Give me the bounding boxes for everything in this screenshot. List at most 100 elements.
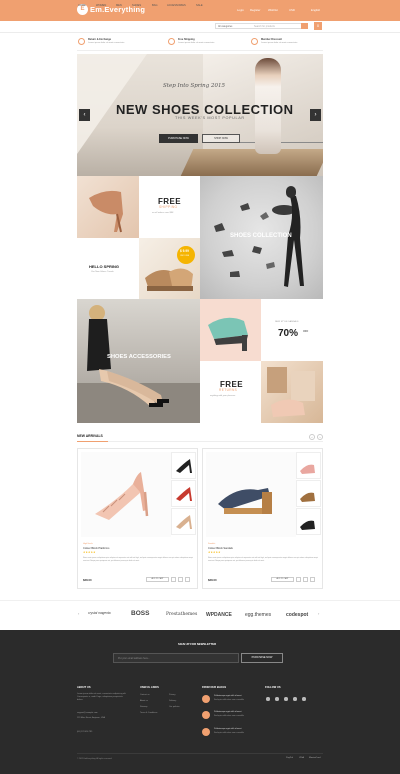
brand-logo[interactable]: WPDANCE (206, 612, 232, 618)
nav-sale[interactable]: Sale (196, 4, 203, 7)
brand-logo[interactable]: Prestathemes (166, 612, 197, 617)
promo-free-shipping[interactable]: FREE SHIPPING on all orders over $99 (139, 176, 200, 238)
compare-icon[interactable] (178, 577, 183, 582)
slider-next-icon[interactable]: › (310, 109, 321, 121)
footer-link[interactable]: Contact us (140, 694, 150, 696)
register-link[interactable]: Register (250, 8, 260, 12)
copyright: © 2015 EmEverything. All rights reserved… (77, 758, 113, 760)
pinterest-icon[interactable] (293, 697, 297, 701)
thumb-black-sandal[interactable] (296, 508, 321, 535)
arrivals-prev-icon[interactable]: ‹ (309, 434, 315, 440)
free-sub: SHIPPING (159, 205, 178, 209)
shop-now-button[interactable]: SHOP NOW (202, 134, 240, 143)
brand-logo[interactable]: egg.themes (245, 612, 271, 618)
paypal-icon: PayPal (286, 757, 293, 759)
thumb-icon (300, 492, 315, 502)
search-input[interactable]: Search for products (254, 25, 275, 28)
nav-home[interactable]: Home (78, 4, 86, 7)
brands-prev-icon[interactable]: ‹ (78, 611, 79, 617)
about-phone: (00) 123 456 789 (77, 731, 93, 733)
add-to-cart-button[interactable]: ADD TO CART (146, 577, 169, 582)
slider-prev-icon[interactable]: ‹ (79, 109, 90, 121)
thumb-brown-sandal[interactable] (296, 480, 321, 507)
wishlist-icon[interactable] (296, 577, 301, 582)
product-name[interactable]: Colour Block Platforms (83, 547, 109, 550)
product-image[interactable] (206, 452, 296, 537)
sale-off: OFF (303, 330, 309, 333)
thumb-red-heel[interactable] (171, 480, 196, 507)
brand-logo[interactable]: codespot (286, 612, 308, 618)
nav-bag[interactable]: Bag (152, 4, 157, 7)
facebook-icon[interactable] (266, 697, 270, 701)
cart-icon[interactable]: 0 (314, 22, 322, 30)
product-price: $38.00 (83, 578, 92, 582)
quickview-icon[interactable] (310, 577, 315, 582)
boat-deck (180, 149, 323, 176)
promo-sandal-image[interactable]: $ 9.99 ONLY ONE (139, 238, 200, 299)
blog-thumb-icon[interactable] (202, 711, 210, 719)
nav-men[interactable]: Men (116, 4, 122, 7)
language-select[interactable]: English (311, 8, 320, 12)
arrivals-next-icon[interactable]: › (317, 434, 323, 440)
nav-shoes[interactable]: Shoes (132, 4, 141, 7)
search-bar[interactable]: All categories Search for products (215, 23, 308, 29)
promo-shopping-image[interactable] (261, 361, 323, 423)
about-email[interactable]: support@example.com (77, 712, 98, 714)
promo-hello-spring[interactable]: HELLO SPRING Our New Shoes Trends (77, 238, 139, 299)
about-address: 123 Main Street, Anytown, USA (77, 717, 106, 719)
blog-post-title[interactable]: Pellentesque eget nibh id amet (214, 728, 241, 730)
search-category[interactable]: All categories (218, 25, 232, 28)
brands-next-icon[interactable]: › (318, 611, 319, 617)
instagram-icon[interactable] (302, 697, 306, 701)
footer-link[interactable]: Privacy (169, 694, 176, 696)
divider (77, 50, 323, 51)
search-icon[interactable] (301, 23, 308, 29)
product-image[interactable] (81, 452, 171, 537)
quickview-icon[interactable] (185, 577, 190, 582)
compare-icon[interactable] (303, 577, 308, 582)
add-to-cart-button[interactable]: ADD TO CART (271, 577, 294, 582)
currency-select[interactable]: USD (289, 8, 295, 12)
promo-shoes-collection[interactable]: SHOES COLLECTION (200, 176, 323, 299)
thumb-nude-heel[interactable] (171, 508, 196, 535)
newsletter-submit-button[interactable]: PURCHASE NOW (241, 653, 283, 663)
blog-post-title[interactable]: Pellentesque eget nibh id amet (214, 695, 241, 697)
thumb-black-heel[interactable] (171, 452, 196, 479)
product-card[interactable]: High Heels Colour Block Platforms ★★★★★ … (77, 448, 198, 589)
brand-logo[interactable]: crystal magenta (88, 611, 111, 616)
product-rating: ★★★★★ (208, 551, 221, 554)
blog-thumb-icon[interactable] (202, 728, 210, 736)
brand-logo[interactable]: BOSS (131, 610, 149, 618)
promo-heel-image[interactable] (77, 176, 139, 238)
thumb-pink-sandal[interactable] (296, 452, 321, 479)
promo-free-returns[interactable]: FREE RETURNS anything with your pleasure (200, 361, 261, 423)
newsletter-email-input[interactable]: Put your email address here... (113, 653, 239, 663)
footer-link[interactable]: About us (140, 700, 148, 702)
wishlist-icon[interactable] (171, 577, 176, 582)
purchase-now-button[interactable]: PURCHASE NOW (159, 134, 198, 143)
footer-link[interactable]: Sitemap (140, 706, 147, 708)
thumb-icon (176, 459, 192, 473)
login-link[interactable]: Login (237, 8, 244, 12)
footer-link[interactable]: Our policies (169, 706, 180, 708)
footer-link[interactable]: Delivery (169, 700, 176, 702)
blog-post-title[interactable]: Pellentesque eget nibh id amet (214, 711, 241, 713)
feature-title: Member Discount (261, 38, 282, 41)
nav-women[interactable]: Women (96, 4, 106, 7)
divider (77, 441, 323, 442)
promo-70-off[interactable]: NEW STYLE SANDALS 70% OFF (261, 299, 323, 361)
google-plus-icon[interactable] (284, 697, 288, 701)
footer-link[interactable]: Terms & Conditions (140, 712, 157, 714)
blog-post-text: Sed quis nulla vitae sem convallis (214, 732, 244, 734)
sandal-product-illustration (218, 488, 272, 514)
product-name[interactable]: Colour Block Sandals (208, 547, 233, 550)
promo-shoes-accessories[interactable]: SHOES ACCESSORIES (77, 299, 200, 423)
twitter-icon[interactable] (275, 697, 279, 701)
price-badge-note: ONLY ONE (180, 255, 190, 257)
wishlist-link[interactable]: Wishlist (268, 8, 278, 12)
feature-title: Return & Exchange (88, 38, 112, 41)
promo-mint-sandal[interactable] (200, 299, 261, 361)
product-card[interactable]: Sandals Colour Block Sandals ★★★★★ Nemo … (202, 448, 323, 589)
nav-accessories[interactable]: Accessories (167, 4, 186, 7)
blog-thumb-icon[interactable] (202, 695, 210, 703)
